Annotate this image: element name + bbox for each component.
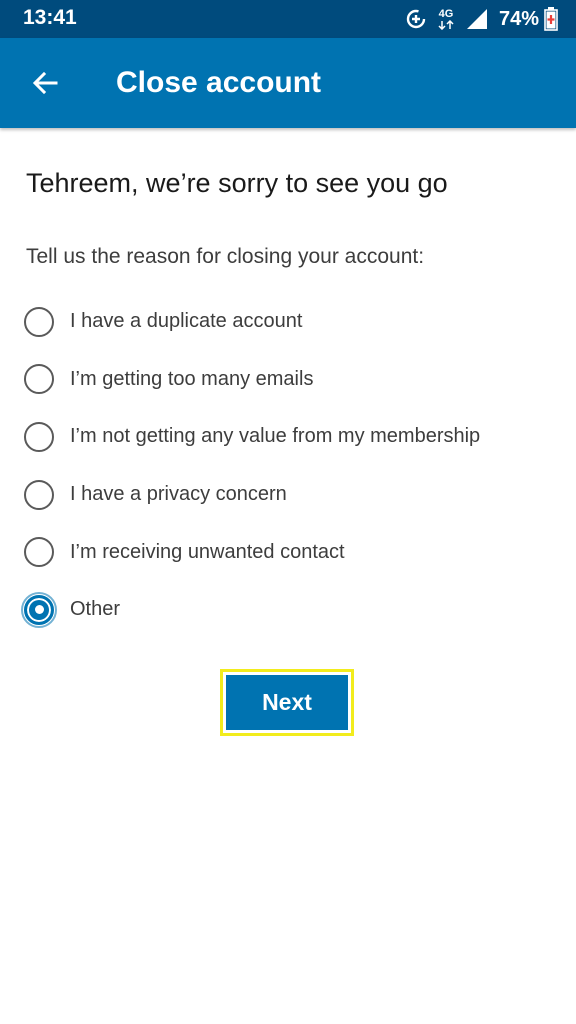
radio-dot — [34, 605, 44, 615]
option-label: Other — [70, 598, 121, 621]
signal-icon — [465, 8, 489, 30]
status-time: 13:41 — [23, 6, 77, 29]
battery-percent: 74% — [498, 7, 539, 30]
reason-option-no-value[interactable]: I’m not getting any value from my member… — [24, 408, 564, 466]
page-title: Close account — [116, 66, 322, 99]
option-label: I have a duplicate account — [70, 310, 303, 333]
reason-option-too-many-emails[interactable]: I’m getting too many emails — [24, 351, 564, 409]
reason-option-other[interactable]: Other — [21, 581, 564, 639]
network-type-label: 4G — [438, 7, 454, 20]
next-button[interactable]: Next — [226, 675, 348, 730]
radio-button[interactable] — [24, 364, 54, 395]
option-label: I’m not getting any value from my member… — [70, 425, 481, 448]
app-bar: Close account — [0, 38, 576, 128]
network-4g-icon: 4G — [437, 7, 455, 30]
reason-option-duplicate-account[interactable]: I have a duplicate account — [24, 293, 564, 351]
radio-button-selected[interactable] — [21, 591, 57, 628]
option-label: I’m getting too many emails — [70, 367, 314, 390]
option-label: I’m receiving unwanted contact — [70, 540, 345, 563]
status-bar: 13:41 4G 74% — [0, 0, 576, 38]
reason-option-privacy-concern[interactable]: I have a privacy concern — [24, 466, 564, 524]
data-saver-icon — [405, 8, 427, 30]
reason-prompt: Tell us the reason for closing your acco… — [26, 245, 425, 268]
radio-button[interactable] — [24, 421, 54, 452]
reason-options: I have a duplicate account I’m getting t… — [21, 293, 564, 639]
battery-icon — [544, 7, 558, 31]
farewell-heading: Tehreem, we’re sorry to see you go — [26, 168, 448, 198]
radio-button[interactable] — [24, 537, 54, 568]
radio-button[interactable] — [24, 306, 54, 337]
back-button[interactable] — [22, 60, 68, 106]
radio-button[interactable] — [24, 479, 54, 510]
next-button-highlight: Next — [220, 669, 354, 736]
reason-option-unwanted-contact[interactable]: I’m receiving unwanted contact — [24, 523, 564, 581]
status-icons: 4G 74% — [395, 5, 558, 33]
arrow-left-icon — [31, 69, 59, 97]
option-label: I have a privacy concern — [70, 483, 287, 506]
